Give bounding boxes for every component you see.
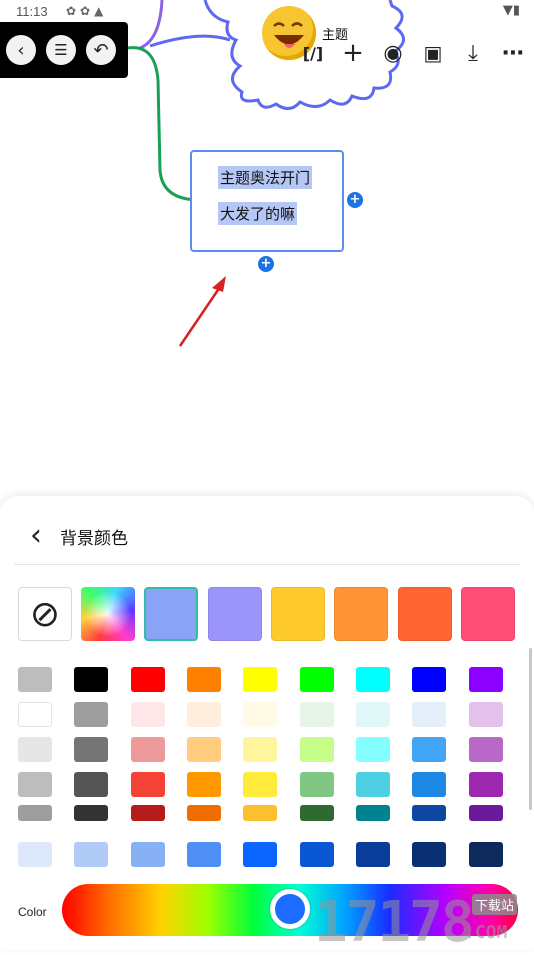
color-swatch[interactable] <box>469 805 503 821</box>
color-swatch[interactable] <box>300 702 334 727</box>
color-swatch[interactable] <box>300 667 334 692</box>
outline-list-icon[interactable]: ☰ <box>46 35 76 65</box>
color-swatch[interactable] <box>187 842 221 867</box>
more-icon[interactable]: ⋯ <box>498 38 528 68</box>
undo-icon[interactable]: ↶ <box>86 35 116 65</box>
color-swatch[interactable] <box>131 702 165 727</box>
watermark-com: .COM <box>464 922 508 943</box>
color-swatch[interactable] <box>356 805 390 821</box>
color-swatch[interactable] <box>243 842 277 867</box>
add-child-button[interactable]: + <box>258 256 274 272</box>
download-icon[interactable]: ⤓ <box>458 38 488 68</box>
color-swatch[interactable] <box>243 702 277 727</box>
rainbow-preset-swatch[interactable] <box>81 587 135 641</box>
color-swatch[interactable] <box>412 667 446 692</box>
color-swatch[interactable] <box>243 667 277 692</box>
color-label: Color <box>18 905 47 919</box>
color-swatch[interactable] <box>187 805 221 821</box>
color-swatch[interactable] <box>74 667 108 692</box>
no-color-icon[interactable]: ⊘ <box>18 587 72 641</box>
color-swatch[interactable] <box>131 772 165 797</box>
color-swatch[interactable] <box>131 842 165 867</box>
save-icon[interactable]: ▣ <box>418 38 448 68</box>
sheet-header: ‹ 背景颜色 <box>30 520 128 552</box>
color-swatch[interactable] <box>412 805 446 821</box>
format-brackets-icon[interactable]: [/] <box>298 38 328 68</box>
color-swatch[interactable] <box>18 772 52 797</box>
color-swatch[interactable] <box>300 842 334 867</box>
hue-slider-thumb[interactable] <box>270 889 310 929</box>
color-swatch[interactable] <box>469 842 503 867</box>
add-icon[interactable]: + <box>338 38 368 68</box>
color-swatch[interactable] <box>356 772 390 797</box>
color-swatch[interactable] <box>187 737 221 762</box>
topic-text-line-1[interactable]: 主题奥法开门 <box>218 166 313 189</box>
annotation-arrow-head <box>212 276 226 292</box>
color-swatch[interactable] <box>300 737 334 762</box>
color-swatch[interactable] <box>131 737 165 762</box>
swatch-scrollbar[interactable] <box>529 648 532 810</box>
color-swatch[interactable] <box>74 772 108 797</box>
annotation-arrow-line <box>178 283 224 347</box>
color-swatch[interactable] <box>412 702 446 727</box>
preset-swatch[interactable] <box>208 587 262 641</box>
color-swatch[interactable] <box>243 805 277 821</box>
color-swatch[interactable] <box>356 702 390 727</box>
color-swatch[interactable] <box>412 842 446 867</box>
color-swatch[interactable] <box>356 842 390 867</box>
color-swatch[interactable] <box>131 805 165 821</box>
color-swatch[interactable] <box>243 772 277 797</box>
color-swatch[interactable] <box>469 702 503 727</box>
color-swatch[interactable] <box>74 702 108 727</box>
color-swatch[interactable] <box>74 737 108 762</box>
color-swatch[interactable] <box>300 772 334 797</box>
color-swatch[interactable] <box>74 842 108 867</box>
color-swatch[interactable] <box>469 737 503 762</box>
color-swatch[interactable] <box>131 667 165 692</box>
color-swatch[interactable] <box>187 772 221 797</box>
color-swatch[interactable] <box>469 667 503 692</box>
watermark-tag: 下载站 <box>472 894 518 915</box>
color-swatch[interactable] <box>18 842 52 867</box>
add-sibling-button[interactable]: + <box>347 192 363 208</box>
color-swatch[interactable] <box>300 805 334 821</box>
selected-topic-node[interactable]: 主题奥法开门 大发了的嘛 <box>190 150 344 252</box>
color-swatch[interactable] <box>187 667 221 692</box>
divider <box>14 564 520 565</box>
nav-toolbar: ‹ ☰ ↶ <box>0 22 128 78</box>
preset-swatch[interactable] <box>461 587 515 641</box>
color-swatch[interactable] <box>18 805 52 821</box>
preset-swatch[interactable] <box>334 587 388 641</box>
color-swatch[interactable] <box>18 702 52 727</box>
sheet-back-icon[interactable]: ‹ <box>30 521 42 551</box>
color-swatch[interactable] <box>356 737 390 762</box>
color-swatch[interactable] <box>18 737 52 762</box>
connector-purple-2 <box>149 34 231 48</box>
color-swatch[interactable] <box>469 772 503 797</box>
topic-text-line-2[interactable]: 大发了的嘛 <box>218 202 298 225</box>
color-swatch[interactable] <box>412 772 446 797</box>
sheet-title: 背景颜色 <box>60 528 128 549</box>
preset-swatch[interactable] <box>398 587 452 641</box>
color-swatch[interactable] <box>18 667 52 692</box>
back-icon[interactable]: ‹ <box>6 35 36 65</box>
color-swatch[interactable] <box>187 702 221 727</box>
color-swatch[interactable] <box>412 737 446 762</box>
connector-purple <box>139 0 164 50</box>
color-swatch[interactable] <box>356 667 390 692</box>
preset-swatch[interactable] <box>144 587 198 641</box>
color-swatch[interactable] <box>74 805 108 821</box>
color-swatch[interactable] <box>243 737 277 762</box>
palette-icon[interactable]: ◉ <box>378 38 408 68</box>
watermark-logo: 17178 <box>314 890 475 955</box>
preset-swatch[interactable] <box>271 587 325 641</box>
